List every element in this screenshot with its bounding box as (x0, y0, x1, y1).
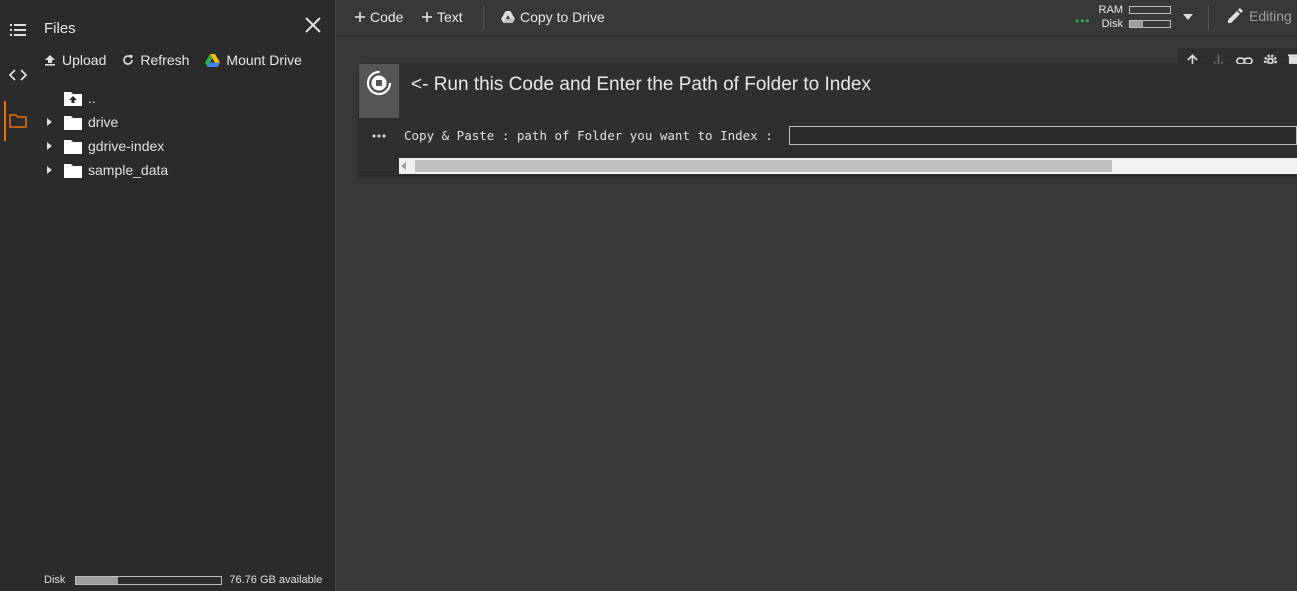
refresh-label: Refresh (140, 52, 190, 68)
run-cell-button[interactable] (359, 64, 399, 118)
dropdown-arrow-icon[interactable] (1183, 14, 1193, 20)
code-cell: <- Run this Code and Enter the Path of F… (359, 64, 1297, 175)
disk-usage-mini: Disk (1097, 18, 1177, 30)
disk-label: Disk (44, 574, 66, 586)
toc-icon (10, 24, 26, 36)
cell-title: <- Run this Code and Enter the Path of F… (411, 74, 871, 95)
upload-icon (45, 55, 55, 66)
file-actions: Upload Refresh Mount Drive (44, 52, 302, 68)
table-of-contents-button[interactable] (0, 10, 36, 50)
ram-label: RAM (1098, 4, 1123, 16)
expand-arrow-icon[interactable] (44, 117, 54, 127)
folder-icon (64, 164, 82, 178)
refresh-icon (123, 54, 134, 65)
connected-status-icon: ••• (1075, 14, 1091, 28)
stop-execution-icon (366, 70, 392, 96)
tree-item-label: drive (88, 114, 119, 130)
tree-item-label: sample_data (88, 162, 169, 178)
folder-icon (64, 140, 82, 154)
notebook-toolbar: Code Text Copy to Drive ••• RAM Disk Edi… (337, 0, 1297, 36)
plus-icon (355, 12, 365, 22)
files-panel: Files Upload Refresh Mount Drive .. driv… (36, 0, 336, 591)
code-snippets-button[interactable] (0, 55, 36, 95)
code-icon (9, 69, 27, 81)
tree-item-label: .. (88, 90, 96, 106)
pencil-icon (1228, 8, 1243, 23)
horizontal-scrollbar[interactable] (399, 158, 1297, 174)
editing-label: Editing (1249, 8, 1292, 24)
scroll-left-arrow-icon[interactable] (401, 162, 406, 170)
mount-drive-button[interactable]: Mount Drive (205, 52, 302, 68)
plus-icon (422, 12, 432, 22)
copy-to-drive-label: Copy to Drive (520, 9, 605, 25)
expand-arrow-icon[interactable] (44, 165, 54, 175)
folder-up-icon (64, 92, 82, 106)
add-text-label: Text (437, 9, 463, 25)
file-tree: .. drive gdrive-index sample_data (36, 86, 336, 182)
form-field-label: Copy & Paste : path of Folder you want t… (404, 128, 773, 143)
disk-usage-bar (75, 575, 223, 585)
toolbar-divider (483, 6, 484, 30)
disk-mini-fill (1130, 21, 1144, 27)
editing-mode-button[interactable]: Editing (1227, 8, 1292, 24)
close-panel-button[interactable] (302, 14, 324, 36)
disk-mini-bar (1129, 20, 1171, 28)
panel-title: Files (44, 20, 76, 37)
upload-label: Upload (62, 52, 107, 68)
google-drive-icon (501, 11, 515, 23)
left-rail (0, 0, 36, 591)
close-icon (305, 17, 321, 33)
scrollbar-thumb[interactable] (415, 160, 1112, 172)
disk-usage: Disk 76.76 GB available (44, 574, 322, 586)
tree-item-gdrive-index[interactable]: gdrive-index (36, 134, 336, 158)
refresh-button[interactable]: Refresh (122, 52, 189, 68)
ram-usage: RAM (1097, 4, 1177, 16)
mount-drive-label: Mount Drive (226, 52, 302, 68)
tree-item-label: gdrive-index (88, 138, 165, 154)
files-button[interactable] (0, 101, 36, 141)
folder-icon (64, 116, 82, 130)
tree-item-parent[interactable]: .. (36, 86, 336, 110)
folder-outline-icon (9, 114, 27, 128)
disk-mini-label: Disk (1101, 18, 1123, 30)
toolbar-divider (1208, 6, 1209, 30)
folder-path-input[interactable] (789, 126, 1297, 145)
disk-usage-fill (76, 576, 119, 584)
upload-button[interactable]: Upload (44, 52, 106, 68)
tree-item-drive[interactable]: drive (36, 110, 336, 134)
add-code-button[interactable]: Code (355, 9, 403, 25)
more-options-icon[interactable] (371, 128, 387, 144)
tree-item-sample-data[interactable]: sample_data (36, 158, 336, 182)
add-code-label: Code (370, 9, 404, 25)
copy-to-drive-button[interactable]: Copy to Drive (501, 9, 605, 25)
ram-usage-bar (1129, 6, 1171, 14)
add-text-button[interactable]: Text (422, 9, 463, 25)
expand-arrow-icon[interactable] (44, 141, 54, 151)
disk-available: 76.76 GB available (229, 574, 323, 586)
google-drive-icon (205, 53, 221, 67)
